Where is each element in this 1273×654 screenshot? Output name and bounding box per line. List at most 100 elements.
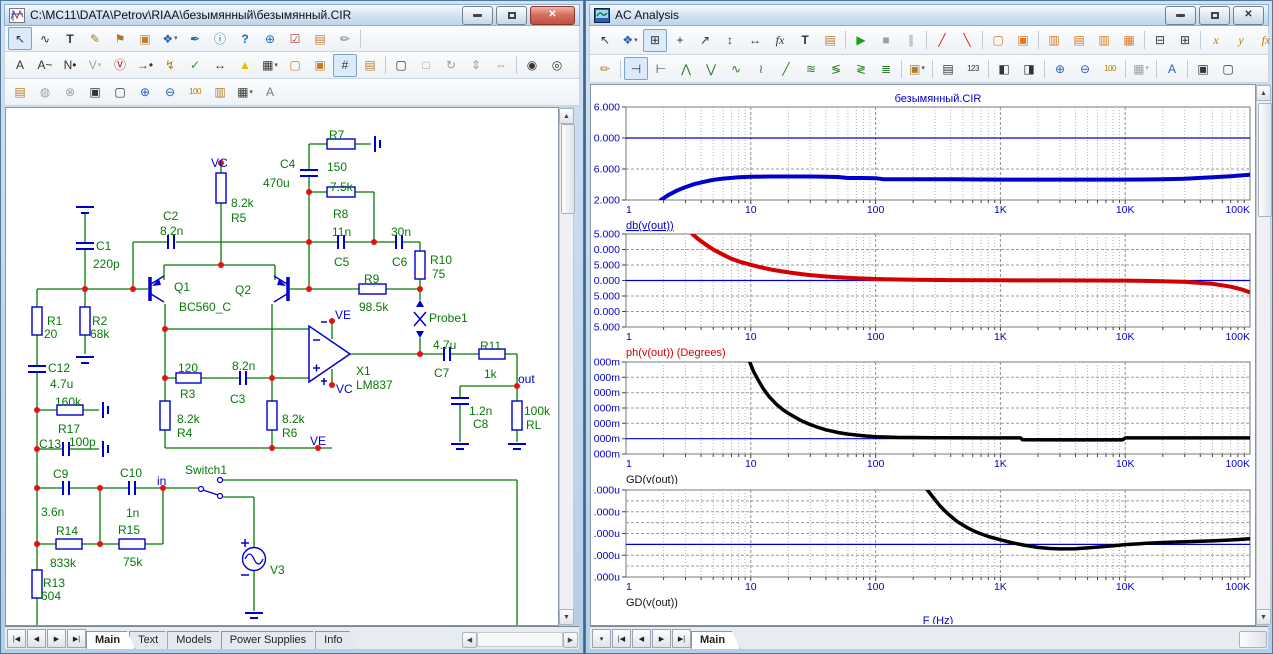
y-cursor-button[interactable]: y <box>1229 29 1253 52</box>
tab-nav-0[interactable]: |◀ <box>612 629 631 648</box>
bring-front-button[interactable]: ▣ <box>1191 57 1215 80</box>
go-to-inflection-button[interactable]: ∿ <box>724 57 748 80</box>
positive-slope-button[interactable]: ╱ <box>930 29 954 52</box>
node-voltages-toggle[interactable]: V▾ <box>83 54 107 77</box>
flag-mode-tool[interactable]: ⚑ <box>108 27 132 50</box>
text-page-button[interactable]: ▣ <box>308 54 332 77</box>
node-numbers-toggle[interactable]: N• <box>58 54 82 77</box>
tab-nav-3[interactable]: ▶| <box>672 629 691 648</box>
vertical-tag-mode-button[interactable]: ↕ <box>718 29 742 52</box>
waveform-label[interactable]: GD(v(out)) <box>626 474 678 484</box>
restore-button[interactable] <box>1199 6 1230 25</box>
font-button[interactable]: A <box>258 81 282 104</box>
graphics-mode-tool[interactable]: ✎ <box>83 27 107 50</box>
tab-nav-1[interactable]: ◀ <box>632 629 651 648</box>
help-mode-tool[interactable]: ? <box>233 27 257 50</box>
analysis-titlebar[interactable]: AC Analysis ✕ <box>589 4 1269 26</box>
currents-toggle[interactable]: ↯ <box>158 54 182 77</box>
tab-nav-0[interactable]: |◀ <box>7 629 26 648</box>
rotate-button[interactable]: ↻ <box>439 54 463 77</box>
scale-mode-button[interactable]: ⊞ <box>643 29 667 52</box>
next-local-max-button[interactable]: ≷ <box>849 57 873 80</box>
clear-marks-button[interactable]: ⊗ <box>58 81 82 104</box>
zoom-in-button[interactable]: ⊕ <box>1048 57 1072 80</box>
annotate-button[interactable]: ✏ <box>333 27 357 50</box>
pin-connections-toggle[interactable]: →• <box>133 54 157 77</box>
shape-picker-button[interactable]: ❖▾ <box>618 29 642 52</box>
cursor-right-button[interactable]: ⊢ <box>649 57 673 80</box>
scroll-down-icon[interactable]: ▼ <box>559 609 574 625</box>
resize-grip[interactable] <box>1239 631 1267 648</box>
send-back-button[interactable]: ▢ <box>1216 57 1240 80</box>
design-check-button[interactable]: ☑ <box>283 27 307 50</box>
shape-picker-button[interactable]: ❖▾ <box>158 27 182 50</box>
cursor-mode-button[interactable]: + <box>668 29 692 52</box>
tab-nav-3[interactable]: ▶| <box>67 629 86 648</box>
component-browser-button[interactable]: ▣ <box>133 27 157 50</box>
component-list-button[interactable]: ▤ <box>308 27 332 50</box>
new-page-button[interactable]: ▢ <box>283 54 307 77</box>
horizontal-tag-mode-button[interactable]: ↔ <box>743 29 767 52</box>
plot-3[interactable]: 5.000m4.000m3.000m2.000m1.000m0.000m-1.0… <box>593 356 1253 484</box>
error-check-toggle[interactable]: ✓ <box>183 54 207 77</box>
go-to-branch-button[interactable]: ≣ <box>874 57 898 80</box>
tab-power-supplies[interactable]: Power Supplies <box>221 631 321 649</box>
ruler-toggle[interactable]: ▥ <box>1092 29 1116 52</box>
x-cursor-button[interactable]: x <box>1204 29 1228 52</box>
negative-slope-button[interactable]: ╲ <box>955 29 979 52</box>
plot-2[interactable]: 45.00030.00015.0000.000-15.000-30.000-45… <box>593 228 1253 360</box>
grid-text-toggle[interactable]: A~ <box>33 54 57 77</box>
region-enable-tool[interactable]: ✒ <box>183 27 207 50</box>
select-region-button[interactable]: ▢ <box>986 29 1010 52</box>
wire-mode-tool[interactable]: ∿ <box>33 27 57 50</box>
zoom-out-button[interactable]: ⊖ <box>1073 57 1097 80</box>
restore-button[interactable] <box>496 6 527 25</box>
find-button[interactable]: ◎ <box>545 54 569 77</box>
data-points-toggle[interactable]: ▥ <box>1042 29 1066 52</box>
zoom-out-button[interactable]: ⊖ <box>158 81 182 104</box>
font-button[interactable]: A <box>1160 57 1184 80</box>
schematic-titlebar[interactable]: C:\MC11\DATA\Petrov\RIAA\безымянный\безы… <box>4 4 580 26</box>
find-similar-button[interactable]: ◉ <box>520 54 544 77</box>
go-to-slope-button[interactable]: ╱ <box>774 57 798 80</box>
grid-pattern-button[interactable]: ▦▾ <box>233 81 257 104</box>
properties-button[interactable]: ▤ <box>818 29 842 52</box>
rubberband-toggle[interactable]: # <box>333 54 357 77</box>
clipboard-button[interactable]: ▣▾ <box>905 57 929 80</box>
scroll-up-icon[interactable]: ▲ <box>1256 85 1271 101</box>
cursor-preview-right-button[interactable]: ◨ <box>1017 57 1041 80</box>
flip-y-button[interactable]: ⇕ <box>464 54 488 77</box>
warning-toggle[interactable]: ▲ <box>233 54 257 77</box>
send-back-button[interactable]: ▢ <box>108 81 132 104</box>
schematic-horizontal-scrollbar[interactable]: ◀ ▶ <box>462 631 578 648</box>
plus-mark-toggle[interactable]: ▦ <box>1117 29 1141 52</box>
tab-models[interactable]: Models <box>167 631 226 649</box>
zoom-in-button[interactable]: ⊕ <box>133 81 157 104</box>
run-button[interactable]: ▶ <box>849 29 873 52</box>
web-link-button[interactable]: ⊕ <box>258 27 282 50</box>
stop-button[interactable]: ■ <box>874 29 898 52</box>
properties-button[interactable]: ▤ <box>358 54 382 77</box>
fx-cursor-button[interactable]: fx <box>1254 29 1273 52</box>
minimize-button[interactable] <box>462 6 493 25</box>
flip-x-button[interactable]: ⇔ <box>489 54 513 77</box>
zoom-100-button[interactable]: 100 <box>183 81 207 104</box>
zoom-region-button[interactable]: ▣ <box>1011 29 1035 52</box>
tab-info[interactable]: Info <box>315 631 357 649</box>
tab-text[interactable]: Text <box>129 631 173 649</box>
tab-nav-2[interactable]: ▶ <box>47 629 66 648</box>
zoom-100-button[interactable]: 100 <box>1098 57 1122 80</box>
schematic-canvas[interactable]: C1220pR120R268kC124.7uC28.2n8.2kR5R7150C… <box>5 107 559 626</box>
scroll-right-icon[interactable]: ▶ <box>563 632 578 648</box>
select-tool[interactable]: ↖ <box>593 29 617 52</box>
plot-4[interactable]: 5.000u3.000u1.000u-1.000u-3.000u1101001K… <box>593 484 1253 624</box>
tab-list-dropdown[interactable]: ▾ <box>592 629 611 648</box>
grid-toggle[interactable]: ▦▾ <box>258 54 282 77</box>
minimize-button[interactable] <box>1165 6 1196 25</box>
copy-image-button[interactable]: ▥ <box>208 81 232 104</box>
analysis-vertical-scrollbar[interactable]: ▲ ▼ <box>1256 84 1271 626</box>
close-button[interactable]: ✕ <box>1233 6 1264 25</box>
tab-nav-1[interactable]: ◀ <box>27 629 46 648</box>
info-page-button[interactable]: ▤ <box>8 81 32 104</box>
go-to-peak-button[interactable]: ⋀ <box>674 57 698 80</box>
